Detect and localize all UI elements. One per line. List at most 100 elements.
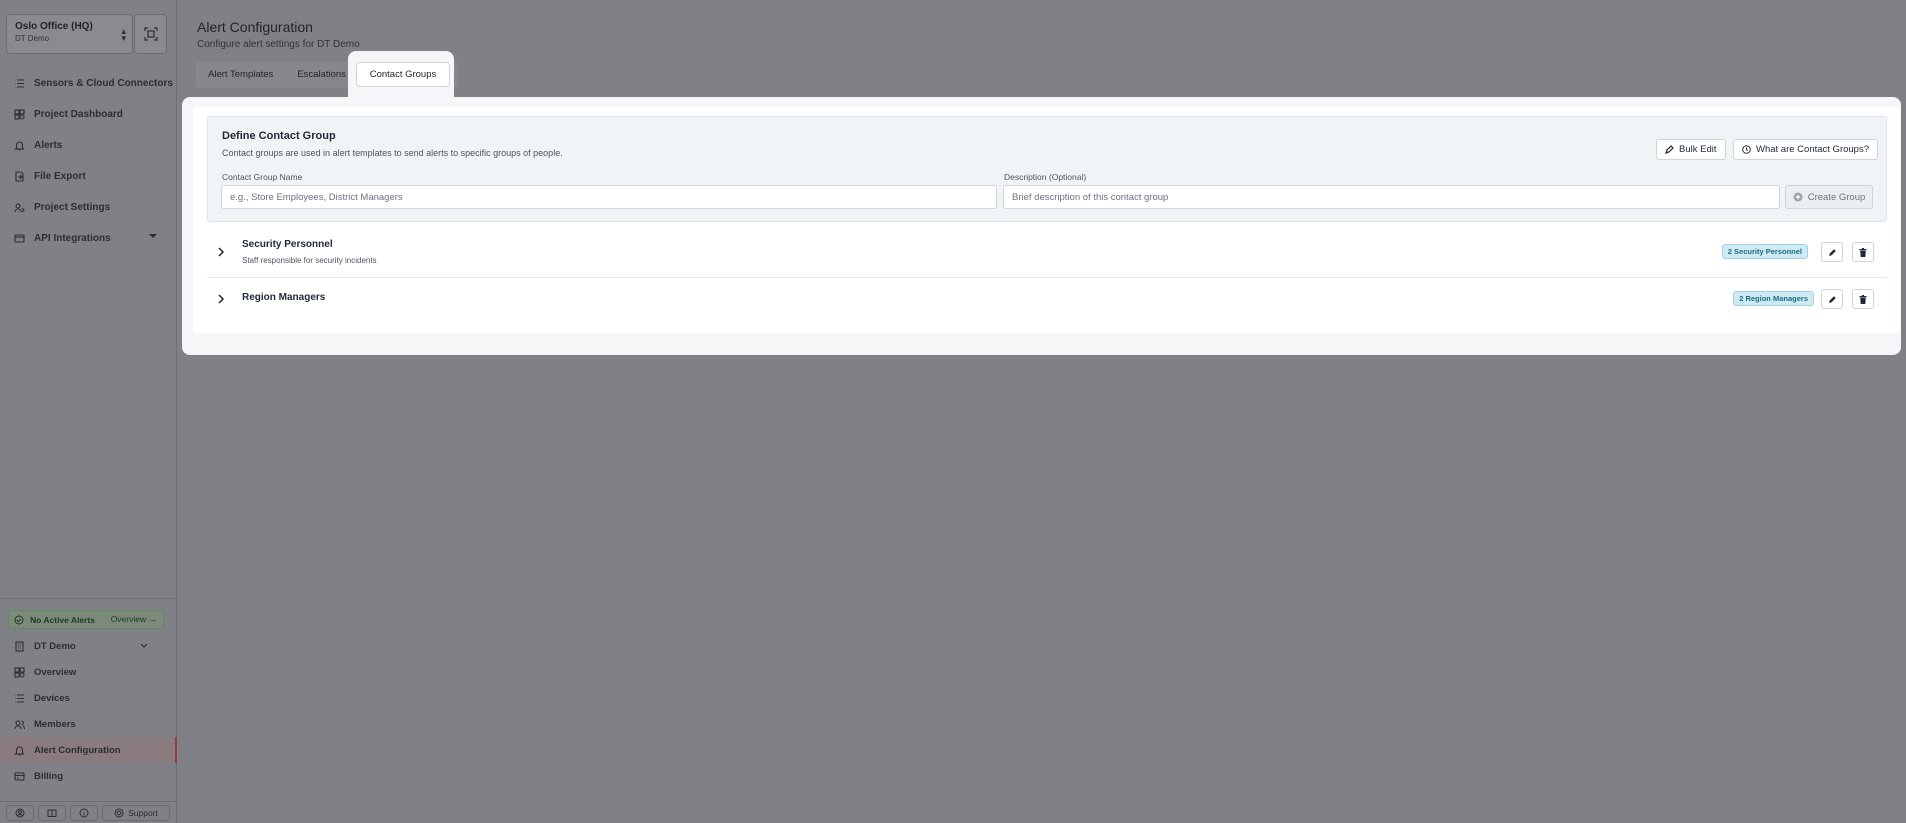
tab-alert-templates[interactable]: Alert Templates bbox=[196, 61, 285, 88]
nav-item-label: Devices bbox=[34, 692, 70, 704]
profile-button[interactable] bbox=[6, 804, 34, 821]
list-icon bbox=[15, 79, 24, 88]
define-group-description: Contact groups are used in alert templat… bbox=[222, 148, 563, 158]
group-description: Staff responsible for security incidents bbox=[242, 256, 377, 265]
chevron-down-icon bbox=[140, 643, 148, 648]
nav-item-dt-demo[interactable]: DT Demo bbox=[0, 633, 177, 659]
sidebar: Oslo Office (HQ) DT Demo ▴ ▾ Sensors & Cl… bbox=[0, 0, 177, 823]
caret-down-icon bbox=[149, 234, 157, 238]
contact-group-row[interactable]: Security Personnel Staff responsible for… bbox=[207, 228, 1887, 278]
plus-circle-icon bbox=[1793, 192, 1803, 202]
help-circle-icon bbox=[1742, 145, 1751, 154]
project-settings-icon bbox=[14, 203, 25, 213]
nav-item-project-dashboard[interactable]: Project Dashboard bbox=[0, 99, 177, 130]
pencil-icon bbox=[1828, 295, 1836, 303]
billing-icon bbox=[14, 771, 25, 781]
building-icon bbox=[15, 640, 24, 652]
nav-item-file-export[interactable]: File Export bbox=[0, 161, 177, 192]
contact-group-row[interactable]: Region Managers 2 Region Managers bbox=[207, 279, 1887, 323]
nav-item-label: Billing bbox=[34, 770, 64, 782]
group-description-input[interactable] bbox=[1003, 185, 1780, 209]
org-subtitle: DT Demo bbox=[15, 34, 50, 43]
nav-item-label: Alerts bbox=[34, 140, 63, 151]
nav-item-project-settings[interactable]: Project Settings bbox=[0, 192, 177, 223]
member-count-badge: 2 Region Managers bbox=[1733, 291, 1814, 306]
nav-item-billing[interactable]: Billing bbox=[0, 763, 177, 789]
group-description-label: Description (Optional) bbox=[1004, 172, 1087, 182]
lifebuoy-icon bbox=[114, 808, 124, 817]
trash-icon bbox=[1859, 247, 1867, 257]
qr-scan-button[interactable] bbox=[134, 14, 167, 54]
edit-group-button[interactable] bbox=[1821, 289, 1843, 309]
create-group-label: Create Group bbox=[1807, 191, 1866, 203]
group-name: Security Personnel bbox=[242, 239, 333, 250]
nav-item-alert-configuration[interactable]: Alert Configuration bbox=[0, 737, 177, 763]
book-icon bbox=[47, 809, 57, 817]
support-label: Support bbox=[128, 807, 158, 818]
bell-icon bbox=[14, 746, 25, 756]
user-circle-icon bbox=[15, 808, 25, 817]
file-export-icon bbox=[15, 171, 24, 182]
nav-item-label: Sensors & Cloud Connectors bbox=[34, 78, 173, 89]
alert-status-label: No Active Alerts bbox=[30, 614, 96, 625]
nav-item-members[interactable]: Members bbox=[0, 711, 177, 737]
pencil-icon bbox=[1828, 248, 1836, 256]
arrow-right-icon: → bbox=[148, 614, 158, 624]
delete-group-button[interactable] bbox=[1852, 289, 1874, 309]
group-name-input[interactable] bbox=[221, 185, 997, 209]
nav-item-sensors[interactable]: Sensors & Cloud Connectors bbox=[0, 68, 177, 99]
project-nav: DT Demo Overview Devices Members Alert C… bbox=[0, 633, 177, 789]
api-icon bbox=[14, 234, 25, 243]
dashboard-icon bbox=[14, 666, 25, 678]
what-are-contact-groups-button[interactable]: What are Contact Groups? bbox=[1733, 139, 1878, 160]
nav-item-label: DT Demo bbox=[34, 640, 76, 652]
info-button[interactable] bbox=[70, 804, 98, 821]
nav-item-overview[interactable]: Overview bbox=[0, 659, 177, 685]
dashboard-icon bbox=[14, 109, 25, 120]
org-switcher[interactable]: Oslo Office (HQ) DT Demo ▴ ▾ bbox=[6, 14, 133, 54]
nav-item-api-integrations[interactable]: API Integrations bbox=[0, 223, 177, 254]
help-label: What are Contact Groups? bbox=[1756, 144, 1869, 155]
nav-item-devices[interactable]: Devices bbox=[0, 685, 177, 711]
define-contact-group: Define Contact Group Contact groups are … bbox=[207, 116, 1887, 222]
define-group-title: Define Contact Group bbox=[222, 130, 336, 142]
alert-status-banner[interactable]: No Active Alerts Overview → bbox=[8, 610, 164, 629]
trash-icon bbox=[1859, 294, 1867, 304]
nav-item-label: API Integrations bbox=[34, 233, 111, 244]
create-group-button[interactable]: Create Group bbox=[1785, 185, 1873, 209]
nav-item-label: Members bbox=[34, 718, 76, 730]
page-title: Alert Configuration bbox=[197, 19, 313, 35]
nav-item-label: Project Dashboard bbox=[34, 109, 123, 120]
qr-scan-icon bbox=[143, 27, 158, 41]
check-circle-icon bbox=[14, 615, 24, 624]
list-icon bbox=[15, 693, 24, 703]
delete-group-button[interactable] bbox=[1852, 242, 1874, 262]
bulk-edit-button[interactable]: Bulk Edit bbox=[1656, 139, 1726, 160]
edit-group-button[interactable] bbox=[1821, 242, 1843, 262]
members-icon bbox=[14, 719, 25, 729]
overview-link-label: Overview bbox=[110, 614, 147, 624]
page-subtitle: Configure alert settings for DT Demo bbox=[197, 39, 360, 50]
chevron-right-icon[interactable] bbox=[217, 293, 225, 305]
main-nav: Sensors & Cloud Connectors Project Dashb… bbox=[0, 68, 177, 254]
info-icon bbox=[79, 808, 89, 817]
support-button[interactable]: Support bbox=[102, 804, 170, 821]
bulk-edit-label: Bulk Edit bbox=[1679, 144, 1717, 155]
overview-link[interactable]: Overview → bbox=[111, 614, 157, 624]
docs-button[interactable] bbox=[38, 804, 66, 821]
member-count-badge: 2 Security Personnel bbox=[1721, 244, 1808, 259]
org-name: Oslo Office (HQ) bbox=[15, 21, 93, 32]
tab-contact-groups[interactable]: Contact Groups bbox=[356, 62, 450, 87]
nav-item-alerts[interactable]: Alerts bbox=[0, 130, 177, 161]
pencil-icon bbox=[1665, 145, 1674, 154]
chevron-right-icon[interactable] bbox=[217, 246, 225, 258]
sidebar-bottom: No Active Alerts Overview → DT Demo Over… bbox=[0, 598, 177, 823]
nav-item-label: Overview bbox=[34, 666, 77, 678]
nav-item-label: Project Settings bbox=[34, 202, 111, 213]
group-name-label: Contact Group Name bbox=[222, 172, 303, 182]
chevron-up-down-icon: ▴ ▾ bbox=[121, 26, 126, 43]
sidebar-footer: Support bbox=[0, 801, 177, 823]
nav-item-label: Alert Configuration bbox=[34, 744, 121, 756]
group-name: Region Managers bbox=[242, 292, 326, 303]
bell-icon bbox=[14, 141, 25, 151]
